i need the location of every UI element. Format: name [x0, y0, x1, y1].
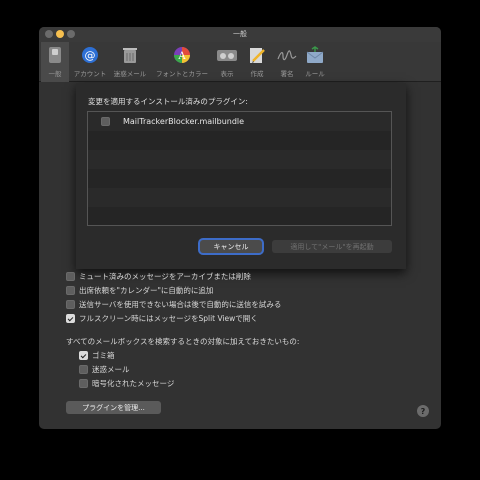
trash-icon: [120, 45, 140, 65]
preferences-toolbar: 一般 @ アカウント 迷惑メール A フォントとカラー 表示 作成 署名 ルール: [39, 42, 441, 82]
option-archive-muted-checkbox[interactable]: [66, 272, 75, 281]
list-row-empty: [88, 131, 391, 150]
help-button[interactable]: ?: [417, 405, 429, 417]
plugin-checkbox[interactable]: [101, 117, 110, 126]
tab-signatures[interactable]: 署名: [273, 42, 301, 82]
svg-text:@: @: [85, 49, 96, 62]
option-add-invites-label: 出席依頼を"カレンダー"に自動的に追加: [79, 286, 214, 295]
search-encrypted[interactable]: 暗号化されたメッセージ: [79, 378, 174, 389]
signature-icon: [277, 45, 297, 65]
search-encrypted-checkbox[interactable]: [79, 379, 88, 388]
option-send-later[interactable]: 送信サーバを使用できない場合は後で自動的に送信を試みる: [66, 299, 281, 310]
search-trash-checkbox[interactable]: [79, 351, 88, 360]
option-split-view-label: フルスクリーン時にはメッセージをSplit Viewで開く: [79, 314, 258, 323]
cancel-button[interactable]: キャンセル: [200, 240, 262, 253]
at-sign-icon: @: [80, 45, 100, 65]
search-trash[interactable]: ゴミ箱: [79, 350, 115, 361]
option-add-invites[interactable]: 出席依頼を"カレンダー"に自動的に追加: [66, 285, 213, 296]
tab-accounts-label: アカウント: [73, 70, 107, 78]
tab-viewing[interactable]: 表示: [213, 42, 241, 82]
list-row-empty: [88, 188, 391, 207]
manage-plugins-button[interactable]: プラグインを管理...: [66, 401, 161, 414]
search-junk-label: 迷惑メール: [92, 365, 130, 374]
option-archive-muted-label: ミュート済みのメッセージをアーカイブまたは削除: [79, 272, 251, 281]
option-split-view-checkbox[interactable]: [66, 314, 75, 323]
apply-relaunch-button[interactable]: 適用して"メール"を再起動: [272, 240, 392, 253]
search-section-label: すべてのメールボックスを検索するときの対象に加えておきたいもの:: [66, 337, 300, 346]
tab-viewing-label: 表示: [220, 70, 234, 78]
tab-junk-mail-label: 迷惑メール: [113, 70, 147, 78]
list-row-empty: [88, 169, 391, 188]
svg-text:A: A: [177, 51, 186, 62]
tab-fonts-colors-label: フォントとカラー: [156, 70, 208, 78]
tab-signatures-label: 署名: [280, 70, 294, 78]
option-split-view[interactable]: フルスクリーン時にはメッセージをSplit Viewで開く: [66, 313, 258, 324]
option-add-invites-checkbox[interactable]: [66, 286, 75, 295]
tab-general[interactable]: 一般: [41, 42, 69, 82]
option-archive-muted[interactable]: ミュート済みのメッセージをアーカイブまたは削除: [66, 271, 251, 282]
search-encrypted-label: 暗号化されたメッセージ: [92, 379, 175, 388]
tab-accounts[interactable]: @ アカウント: [71, 42, 109, 82]
color-palette-icon: A: [172, 45, 192, 65]
glasses-icon: [217, 45, 237, 65]
tab-composing[interactable]: 作成: [243, 42, 271, 82]
sheet-title: 変更を適用するインストール済みのプラグイン:: [88, 97, 248, 106]
pencil-icon: [247, 45, 267, 65]
list-row-empty: [88, 207, 391, 225]
search-trash-label: ゴミ箱: [92, 351, 115, 360]
plugins-sheet: 変更を適用するインストール済みのプラグイン: MailTrackerBlocke…: [76, 83, 406, 269]
option-send-later-label: 送信サーバを使用できない場合は後で自動的に送信を試みる: [79, 300, 282, 309]
tab-rules-label: ルール: [305, 70, 325, 78]
search-junk[interactable]: 迷惑メール: [79, 364, 130, 375]
plugin-list: MailTrackerBlocker.mailbundle: [87, 111, 392, 226]
tab-general-label: 一般: [48, 70, 62, 78]
plugin-row[interactable]: MailTrackerBlocker.mailbundle: [88, 112, 391, 131]
tab-junk-mail[interactable]: 迷惑メール: [111, 42, 149, 82]
list-row-empty: [88, 150, 391, 169]
search-junk-checkbox[interactable]: [79, 365, 88, 374]
title-bar: 一般: [39, 27, 441, 42]
switch-icon: [45, 45, 65, 65]
tab-rules[interactable]: ルール: [301, 42, 329, 82]
plugin-name: MailTrackerBlocker.mailbundle: [123, 117, 245, 126]
option-send-later-checkbox[interactable]: [66, 300, 75, 309]
tab-fonts-colors[interactable]: A フォントとカラー: [153, 42, 211, 82]
envelope-icon: [305, 45, 325, 65]
window-title: 一般: [233, 30, 247, 38]
tab-composing-label: 作成: [250, 70, 264, 78]
